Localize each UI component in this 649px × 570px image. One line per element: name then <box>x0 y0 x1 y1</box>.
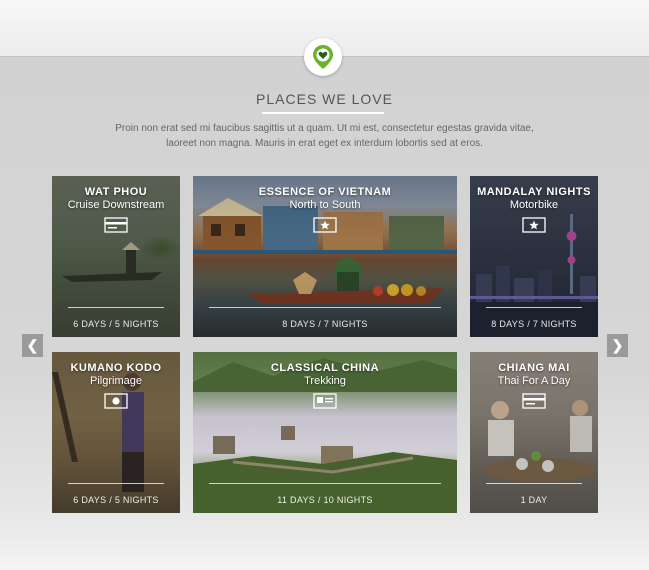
card-subtitle: North to South <box>289 199 361 211</box>
chevron-left-icon: ❮ <box>26 337 39 353</box>
card-divider <box>68 307 164 308</box>
card-divider <box>486 483 582 484</box>
title-underline <box>262 112 384 114</box>
card-title: CLASSICAL CHINA <box>270 362 380 374</box>
card-title: MANDALAY NIGHTS <box>477 186 591 198</box>
card-duration: 6 DAYS / 5 NIGHTS <box>73 319 159 329</box>
card-divider <box>486 307 582 308</box>
card-duration: 6 DAYS / 5 NIGHTS <box>73 495 159 505</box>
section-intro-text: Proin non erat sed mi faucibus sagittis … <box>115 123 534 149</box>
card-duration: 11 DAYS / 10 NIGHTS <box>277 495 373 505</box>
card-title: WAT PHOU <box>84 186 148 198</box>
star-badge-icon <box>522 217 546 233</box>
credit-card-icon <box>522 393 546 409</box>
trip-card-classical-china[interactable]: CLASSICAL CHINA Trekking 11 DAYS / 10 NI… <box>193 352 457 513</box>
location-pin-heart-icon <box>304 38 342 76</box>
chevron-right-icon: ❯ <box>611 337 624 353</box>
card-title: KUMANO KODO <box>70 362 162 374</box>
card-duration: 1 DAY <box>520 495 548 505</box>
trip-card-wat-phou[interactable]: WAT PHOU Cruise Downstream 6 DAYS / 5 NI… <box>52 176 180 337</box>
card-divider <box>209 307 441 308</box>
card-subtitle: Pilgrimage <box>90 375 142 387</box>
card-duration: 8 DAYS / 7 NIGHTS <box>491 319 577 329</box>
trip-card-essence-of-vietnam[interactable]: ESSENCE OF VIETNAM North to South 8 DAYS… <box>193 176 457 337</box>
carousel-next-button[interactable]: ❯ <box>607 334 628 357</box>
card-subtitle: Thai For A Day <box>497 375 571 387</box>
card-title: CHIANG MAI <box>498 362 570 374</box>
credit-card-icon <box>104 217 128 233</box>
card-subtitle: Trekking <box>304 375 346 387</box>
id-card-icon <box>313 393 337 409</box>
card-divider <box>209 483 441 484</box>
carousel-prev-button[interactable]: ❮ <box>22 334 43 357</box>
card-subtitle: Motorbike <box>509 199 559 211</box>
card-subtitle: Cruise Downstream <box>67 199 165 211</box>
card-title: ESSENCE OF VIETNAM <box>258 186 392 198</box>
card-divider <box>68 483 164 484</box>
star-badge-icon <box>313 217 337 233</box>
trip-card-mandalay-nights[interactable]: MANDALAY NIGHTS Motorbike 8 DAYS / 7 NIG… <box>470 176 598 337</box>
trip-card-chiang-mai[interactable]: CHIANG MAI Thai For A Day 1 DAY <box>470 352 598 513</box>
trip-card-kumano-kodo[interactable]: KUMANO KODO Pilgrimage 6 DAYS / 5 NIGHTS <box>52 352 180 513</box>
camera-icon <box>104 393 128 409</box>
card-duration: 8 DAYS / 7 NIGHTS <box>282 319 368 329</box>
section-title: PLACES WE LOVE <box>256 91 393 107</box>
